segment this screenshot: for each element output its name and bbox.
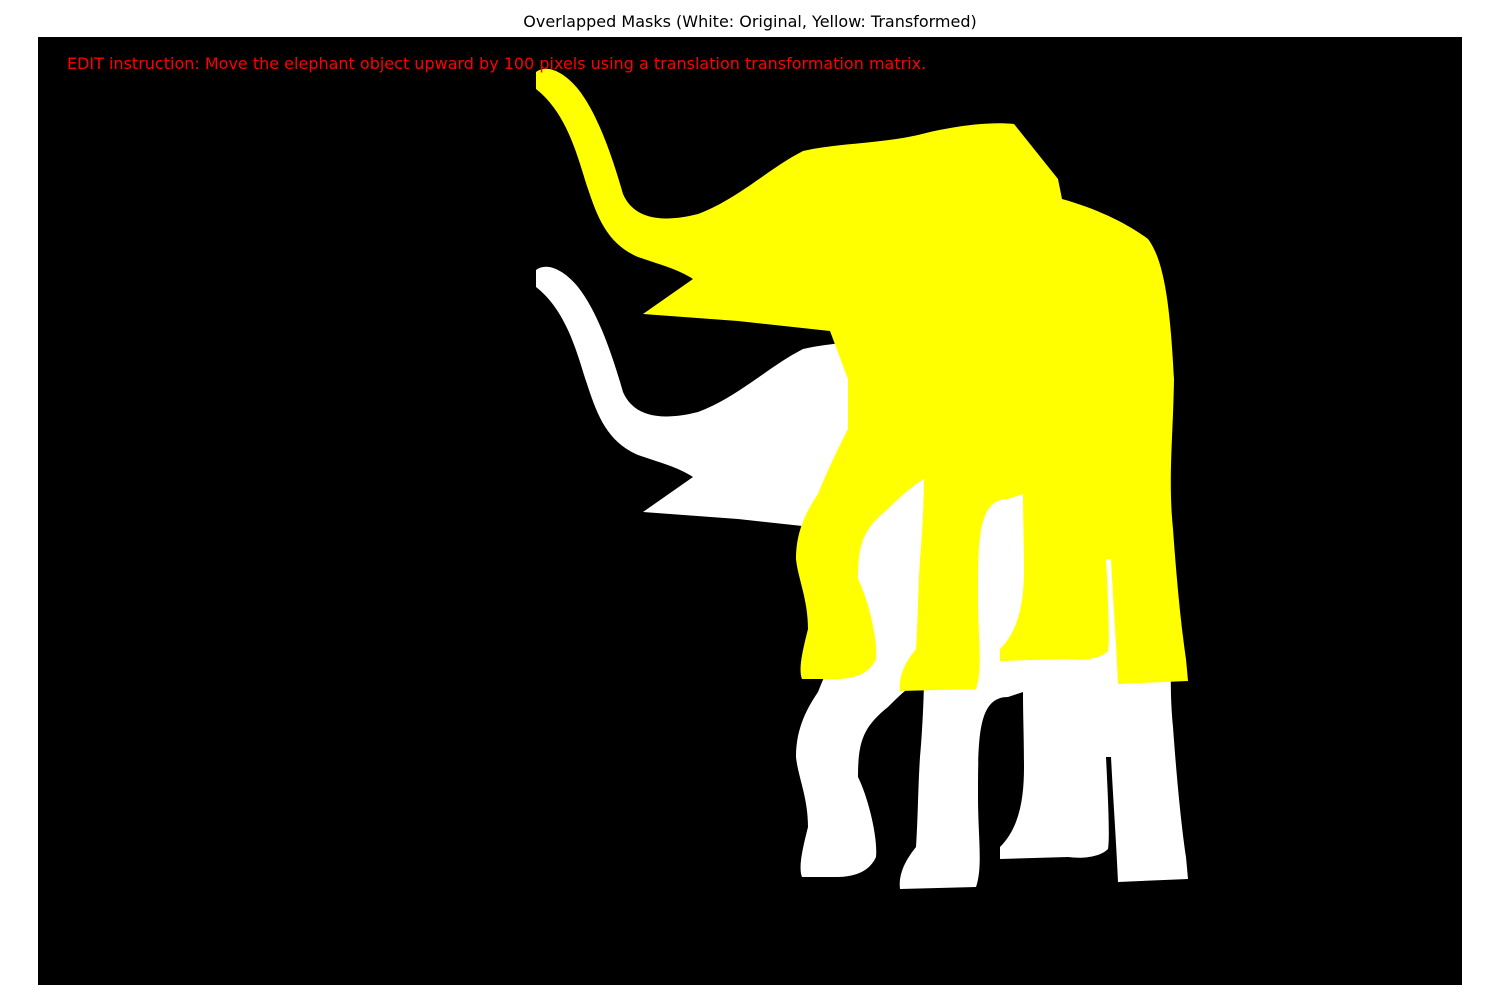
mask-image-panel: EDIT instruction: Move the elephant obje…: [38, 37, 1462, 985]
mask-canvas: [536, 68, 1188, 889]
figure-title: Overlapped Masks (White: Original, Yello…: [523, 12, 977, 31]
transformed-mask: [536, 68, 1188, 691]
edit-instruction: EDIT instruction: Move the elephant obje…: [67, 54, 927, 73]
